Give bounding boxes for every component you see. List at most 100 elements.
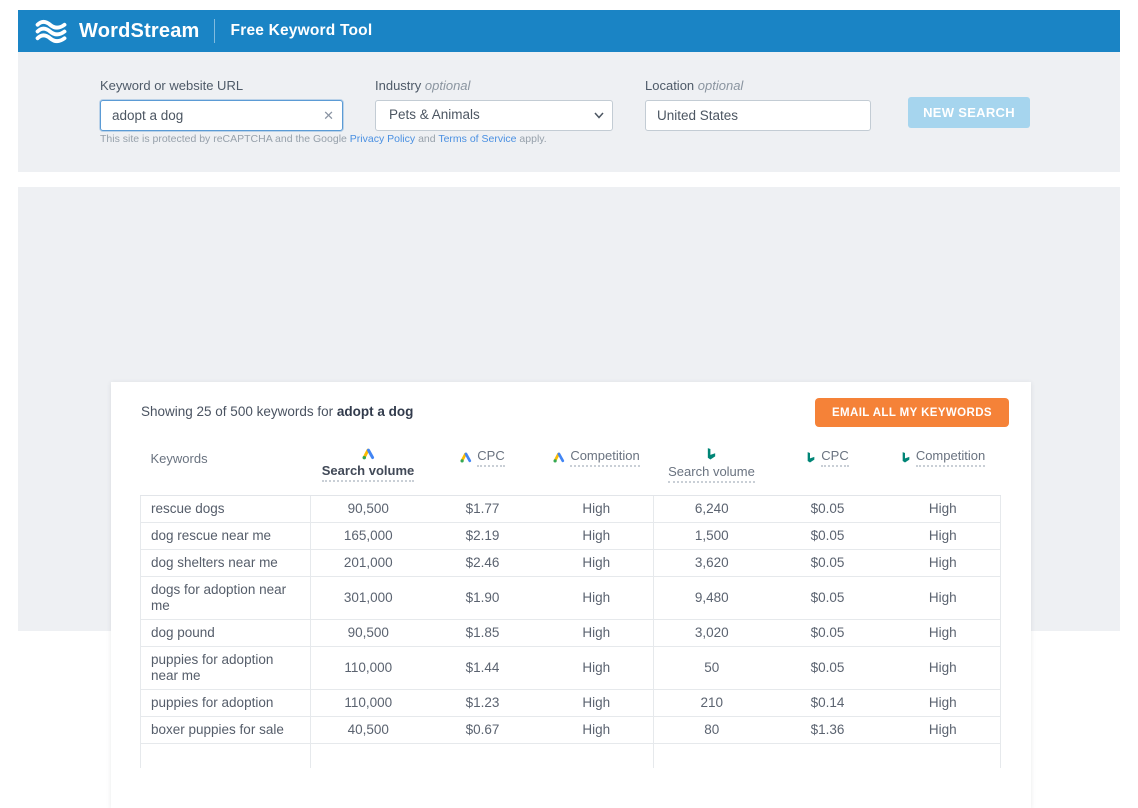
bing-search-volume-cell: 9,480 (654, 577, 770, 620)
google-competition-cell: High (540, 577, 654, 620)
google-search-volume-cell: 165,000 (311, 523, 426, 550)
location-input[interactable] (645, 100, 871, 131)
clear-keyword-icon[interactable]: ✕ (323, 107, 334, 124)
column-header-bing-competition[interactable]: Competition (886, 438, 1001, 496)
google-cpc-cell: $1.85 (426, 620, 540, 647)
bing-search-volume-cell: 210 (654, 690, 770, 717)
keyword-cell: dog rescue near me (141, 523, 311, 550)
results-section: Showing 25 of 500 keywords for adopt a d… (18, 187, 1120, 631)
results-card: Showing 25 of 500 keywords for adopt a d… (111, 382, 1031, 808)
bing-cpc-cell: $0.05 (770, 620, 886, 647)
column-header-keywords: Keywords (141, 438, 311, 496)
google-competition-cell: High (540, 496, 654, 523)
google-cpc-cell: $1.77 (426, 496, 540, 523)
google-competition-cell: High (540, 523, 654, 550)
google-ads-icon (460, 452, 472, 463)
google-competition-cell: High (540, 620, 654, 647)
keywords-table: Keywords Search volum (140, 438, 1001, 768)
email-keywords-button[interactable]: EMAIL ALL MY KEYWORDS (815, 398, 1009, 427)
bing-competition-cell: High (886, 523, 1001, 550)
bing-competition-cell: High (886, 577, 1001, 620)
topbar-divider (214, 19, 215, 43)
brand-name: WordStream (79, 20, 200, 43)
keyword-cell: rescue dogs (141, 496, 311, 523)
new-search-button[interactable]: NEW SEARCH (908, 97, 1030, 128)
bing-search-volume-cell: 3,020 (654, 620, 770, 647)
google-search-volume-cell: 110,000 (311, 690, 426, 717)
google-competition-cell: High (540, 550, 654, 577)
google-search-volume-cell: 110,000 (311, 647, 426, 690)
keyword-row: dog rescue near me 165,000 $2.19 High 1,… (141, 523, 1001, 550)
bing-competition-cell: High (886, 717, 1001, 744)
cut-off-row (141, 744, 1001, 769)
google-competition-cell: High (540, 647, 654, 690)
summary-keyword: adopt a dog (337, 404, 414, 419)
bing-cpc-cell: $0.05 (770, 550, 886, 577)
google-ads-icon (553, 452, 565, 463)
keyword-cell: boxer puppies for sale (141, 717, 311, 744)
keyword-cell: puppies for adoption (141, 690, 311, 717)
recaptcha-notice: This site is protected by reCAPTCHA and … (100, 133, 547, 145)
bing-cpc-cell: $0.05 (770, 647, 886, 690)
location-field-group: Location optional (645, 78, 871, 131)
bing-icon (806, 452, 816, 464)
wordstream-logo[interactable]: WordStream (18, 19, 200, 44)
google-cpc-cell: $2.19 (426, 523, 540, 550)
google-search-volume-cell: 90,500 (311, 496, 426, 523)
location-optional-tag: optional (698, 78, 744, 93)
keyword-field-group: Keyword or website URL ✕ (100, 78, 343, 131)
keyword-row: boxer puppies for sale 40,500 $0.67 High… (141, 717, 1001, 744)
column-header-google-cpc[interactable]: CPC (426, 438, 540, 496)
google-search-volume-cell: 40,500 (311, 717, 426, 744)
keyword-input[interactable] (100, 100, 343, 131)
bing-competition-cell: High (886, 550, 1001, 577)
bing-search-volume-cell: 80 (654, 717, 770, 744)
keyword-row: puppies for adoption 110,000 $1.23 High … (141, 690, 1001, 717)
bing-search-volume-cell: 3,620 (654, 550, 770, 577)
waves-logo-icon (34, 19, 70, 44)
bing-search-volume-cell: 50 (654, 647, 770, 690)
google-search-volume-cell: 90,500 (311, 620, 426, 647)
bing-search-volume-cell: 1,500 (654, 523, 770, 550)
table-header-row: Keywords Search volum (141, 438, 1001, 496)
keyword-row: puppies for adoption near me 110,000 $1.… (141, 647, 1001, 690)
results-summary: Showing 25 of 500 keywords for adopt a d… (141, 404, 413, 419)
column-header-google-search-volume[interactable]: Search volume (311, 438, 426, 496)
keyword-cell: puppies for adoption near me (141, 647, 311, 690)
google-search-volume-cell: 201,000 (311, 550, 426, 577)
column-header-bing-search-volume[interactable]: Search volume (654, 438, 770, 496)
bing-icon (901, 452, 911, 464)
bing-cpc-cell: $1.36 (770, 717, 886, 744)
keyword-row: rescue dogs 90,500 $1.77 High 6,240 $0.0… (141, 496, 1001, 523)
keyword-row: dog shelters near me 201,000 $2.46 High … (141, 550, 1001, 577)
bing-cpc-cell: $0.05 (770, 523, 886, 550)
location-label: Location optional (645, 78, 871, 93)
industry-label: Industry optional (375, 78, 613, 93)
bing-competition-cell: High (886, 496, 1001, 523)
google-competition-cell: High (540, 717, 654, 744)
privacy-policy-link[interactable]: Privacy Policy (350, 133, 415, 145)
column-header-google-competition[interactable]: Competition (540, 438, 654, 496)
bing-cpc-cell: $0.05 (770, 496, 886, 523)
industry-optional-tag: optional (425, 78, 471, 93)
keyword-cell: dogs for adoption near me (141, 577, 311, 620)
bing-search-volume-cell: 6,240 (654, 496, 770, 523)
google-cpc-cell: $1.90 (426, 577, 540, 620)
bing-icon (706, 448, 717, 461)
column-header-bing-cpc[interactable]: CPC (770, 438, 886, 496)
industry-select[interactable]: Pets & Animals (375, 100, 613, 131)
top-navigation-bar: WordStream Free Keyword Tool (18, 10, 1120, 52)
keyword-label: Keyword or website URL (100, 78, 343, 93)
google-cpc-cell: $1.44 (426, 647, 540, 690)
bing-competition-cell: High (886, 690, 1001, 717)
page-title: Free Keyword Tool (231, 22, 373, 40)
terms-of-service-link[interactable]: Terms of Service (438, 133, 516, 145)
bing-competition-cell: High (886, 647, 1001, 690)
keyword-cell: dog pound (141, 620, 311, 647)
keyword-row: dogs for adoption near me 301,000 $1.90 … (141, 577, 1001, 620)
google-cpc-cell: $1.23 (426, 690, 540, 717)
page-container: WordStream Free Keyword Tool Keyword or … (18, 10, 1120, 631)
keyword-cell: dog shelters near me (141, 550, 311, 577)
search-form: Keyword or website URL ✕ Industry option… (18, 52, 1120, 172)
bing-cpc-cell: $0.05 (770, 577, 886, 620)
